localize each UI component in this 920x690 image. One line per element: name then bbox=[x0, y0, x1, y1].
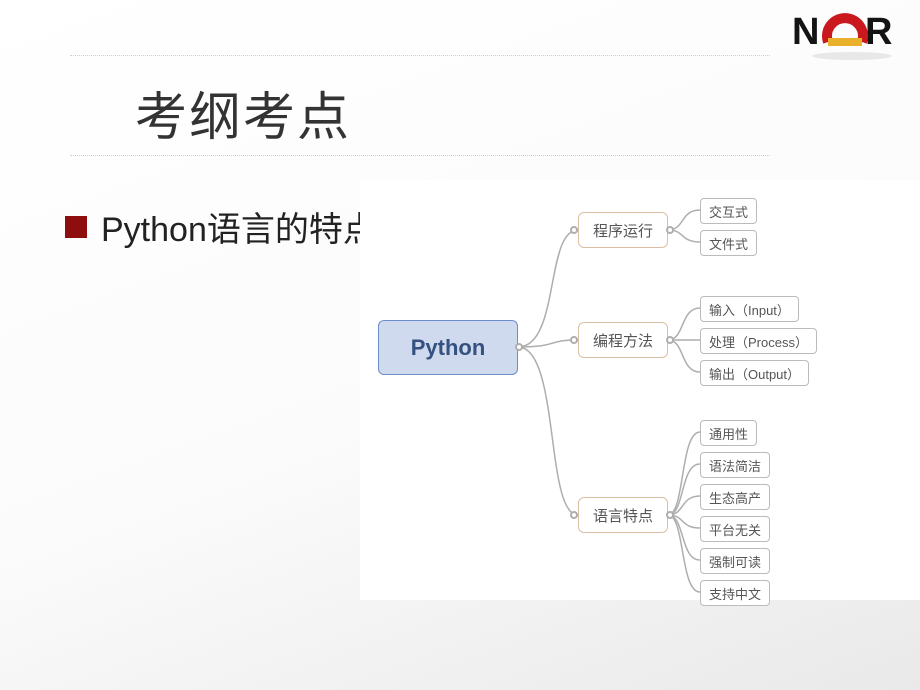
connector-dot-icon bbox=[666, 336, 674, 344]
connector-dot-icon bbox=[666, 226, 674, 234]
mindmap-branch: 编程方法 bbox=[578, 322, 668, 358]
mindmap-leaf: 处理（Process） bbox=[700, 328, 817, 354]
mindmap-leaf: 文件式 bbox=[700, 230, 757, 256]
ncr-logo: N R bbox=[792, 6, 912, 61]
connector-dot-icon bbox=[570, 226, 578, 234]
mindmap-leaf: 生态高产 bbox=[700, 484, 770, 510]
mindmap-root: Python bbox=[378, 320, 518, 375]
slide-title: 考纲考点 bbox=[135, 75, 351, 150]
divider bbox=[70, 155, 770, 156]
connector-dot-icon bbox=[515, 343, 523, 351]
slide: N R 考纲考点 Python语言的特点 bbox=[0, 0, 920, 690]
mindmap-leaf: 强制可读 bbox=[700, 548, 770, 574]
mindmap: Python 程序运行 交互式 文件式 编程方法 输入（Input） 处理（Pr… bbox=[360, 180, 920, 600]
mindmap-leaf: 交互式 bbox=[700, 198, 757, 224]
connector-dot-icon bbox=[570, 336, 578, 344]
mindmap-branch: 语言特点 bbox=[578, 497, 668, 533]
connector-dot-icon bbox=[666, 511, 674, 519]
mindmap-leaf: 输出（Output） bbox=[700, 360, 809, 386]
mindmap-leaf: 通用性 bbox=[700, 420, 757, 446]
mindmap-leaf: 支持中文 bbox=[700, 580, 770, 606]
svg-text:N: N bbox=[792, 11, 819, 53]
divider bbox=[70, 55, 770, 56]
mindmap-leaf: 语法简洁 bbox=[700, 452, 770, 478]
svg-text:R: R bbox=[865, 11, 892, 53]
mindmap-leaf: 输入（Input） bbox=[700, 296, 799, 322]
bullet-text: Python语言的特点 bbox=[101, 202, 377, 251]
connector-dot-icon bbox=[570, 511, 578, 519]
mindmap-branch: 程序运行 bbox=[578, 212, 668, 248]
bullet-marker-icon bbox=[65, 216, 87, 238]
bullet-item: Python语言的特点 bbox=[65, 202, 377, 251]
mindmap-leaf: 平台无关 bbox=[700, 516, 770, 542]
